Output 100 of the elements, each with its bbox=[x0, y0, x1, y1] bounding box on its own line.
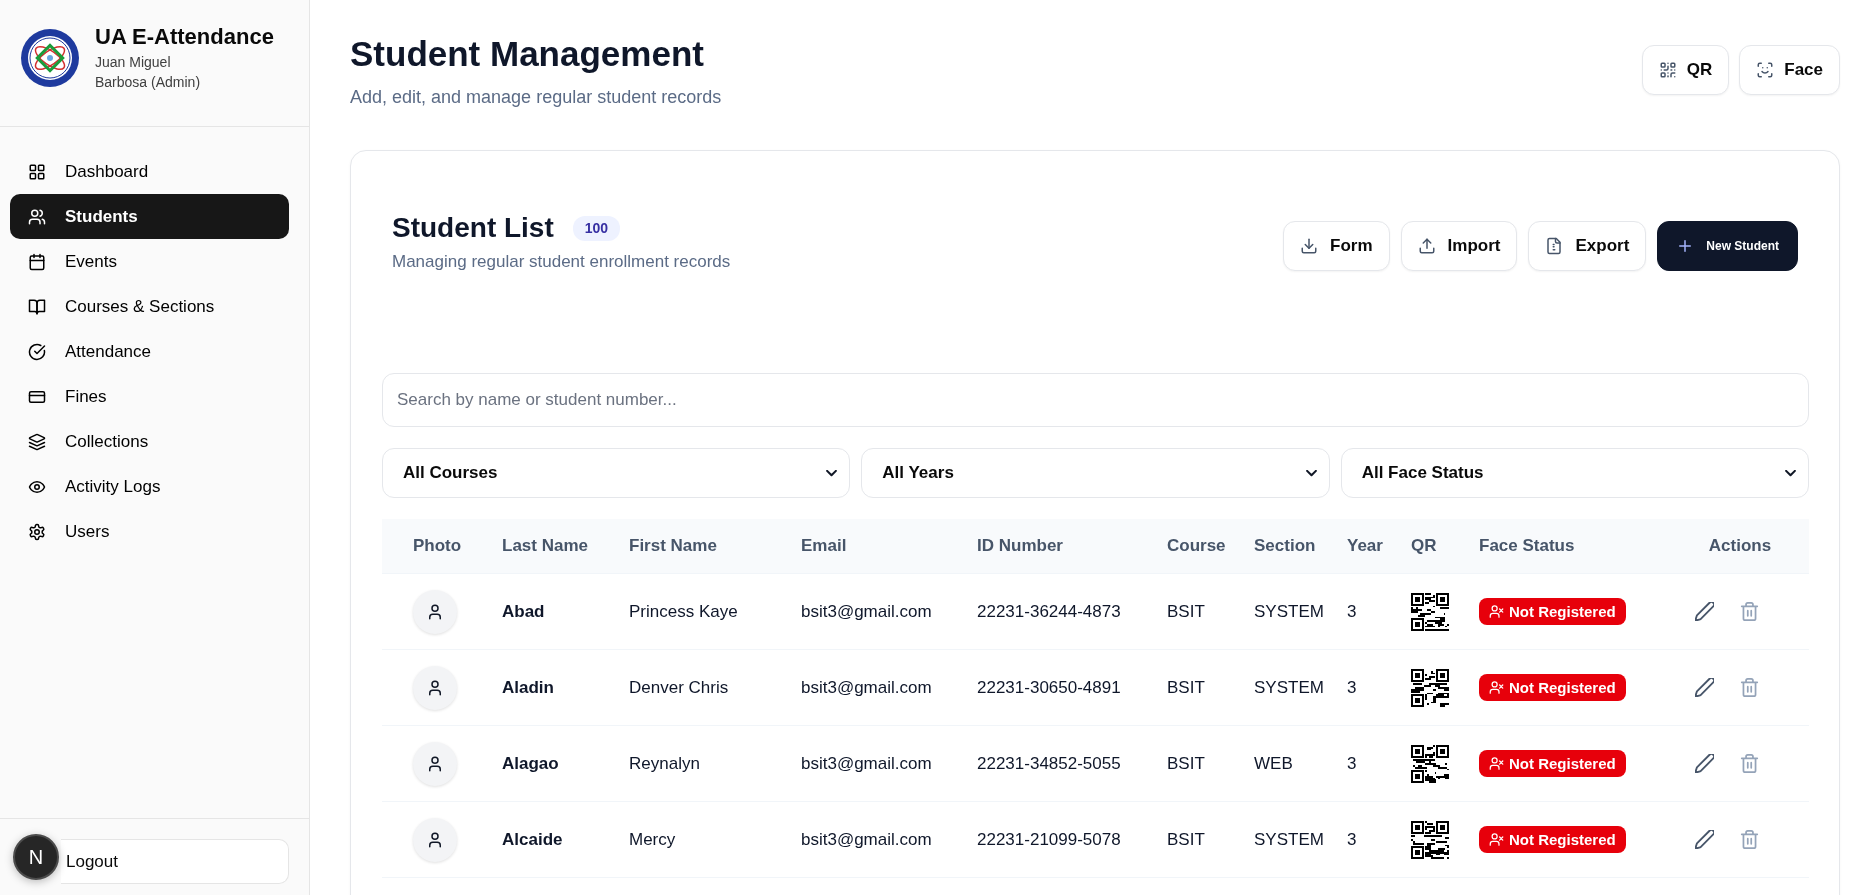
new-student-button[interactable]: New Student bbox=[1657, 221, 1798, 271]
layers-icon bbox=[28, 432, 46, 451]
grid-icon bbox=[28, 162, 46, 181]
page-subtitle: Add, edit, and manage regular student records bbox=[350, 86, 722, 108]
email-cell: bsit3@gmail.com bbox=[801, 829, 932, 850]
delete-button[interactable] bbox=[1738, 828, 1761, 851]
last-name-cell: Aladin bbox=[502, 677, 554, 698]
sidebar-item[interactable]: Fines bbox=[10, 374, 289, 419]
card-subtitle: Managing regular student enrollment records bbox=[392, 251, 731, 273]
search-field[interactable]: Search by name or student number... bbox=[382, 373, 1809, 427]
face-scan-button[interactable]: Face bbox=[1739, 45, 1840, 95]
pencil-icon bbox=[1695, 602, 1714, 621]
edit-button[interactable] bbox=[1693, 676, 1716, 699]
chevron-down-icon bbox=[826, 469, 838, 477]
column-header: Last Name bbox=[502, 536, 588, 555]
email-cell: bsit3@gmail.com bbox=[801, 677, 932, 698]
form-button[interactable]: Form bbox=[1283, 221, 1390, 271]
qr-code-icon bbox=[1411, 744, 1449, 783]
sidebar-item[interactable]: Events bbox=[10, 239, 289, 284]
column-header: Year bbox=[1347, 536, 1383, 555]
download-icon bbox=[1300, 237, 1319, 255]
pencil-icon bbox=[1695, 754, 1714, 773]
column-header: Email bbox=[801, 536, 847, 555]
sidebar-item[interactable]: Users bbox=[10, 509, 289, 554]
chevron-down-icon bbox=[1785, 469, 1796, 477]
card-title: Student List bbox=[392, 211, 554, 245]
first-name-cell: Denver Chris bbox=[629, 677, 729, 698]
column-header: Face Status bbox=[1479, 536, 1575, 555]
section-cell: WEB bbox=[1254, 753, 1293, 774]
avatar-icon bbox=[413, 589, 457, 634]
email-cell: bsit3@gmail.com bbox=[801, 753, 932, 774]
year-cell: 3 bbox=[1347, 829, 1357, 850]
app-title: UA E-Attendance bbox=[95, 24, 274, 50]
sidebar-item[interactable]: Dashboard bbox=[10, 149, 289, 194]
delete-button[interactable] bbox=[1738, 600, 1761, 623]
page-title: Student Management bbox=[350, 33, 705, 75]
face-status-badge: Not Registered bbox=[1479, 674, 1626, 701]
edit-button[interactable] bbox=[1693, 600, 1716, 623]
users-icon bbox=[28, 207, 46, 226]
qr-code-icon bbox=[1658, 61, 1677, 79]
import-button[interactable]: Import bbox=[1400, 221, 1518, 271]
email-cell: bsit3@gmail.com bbox=[801, 601, 932, 622]
filter-dropdown[interactable]: All Face Status bbox=[1340, 448, 1809, 498]
course-cell: BSIT bbox=[1167, 829, 1205, 850]
avatar-icon bbox=[413, 741, 457, 786]
edit-button[interactable] bbox=[1693, 752, 1716, 775]
year-cell: 3 bbox=[1347, 601, 1357, 622]
course-cell: BSIT bbox=[1167, 677, 1205, 698]
logout-button[interactable]: Logout bbox=[61, 839, 289, 884]
calendar-icon bbox=[28, 252, 46, 271]
column-header: QR bbox=[1411, 536, 1437, 555]
id-number-cell: 22231-36244-4873 bbox=[977, 601, 1121, 622]
delete-button[interactable] bbox=[1738, 676, 1761, 699]
first-name-cell: Reynalyn bbox=[629, 753, 700, 774]
id-number-cell: 22231-34852-5055 bbox=[977, 753, 1121, 774]
last-name-cell: Alagao bbox=[502, 753, 559, 774]
document-icon bbox=[1545, 237, 1564, 255]
section-cell: SYSTEM bbox=[1254, 829, 1324, 850]
column-header: Actions bbox=[1708, 536, 1772, 555]
face-status-badge: Not Registered bbox=[1479, 826, 1626, 853]
qr-scan-button[interactable]: QR bbox=[1641, 45, 1730, 95]
sidebar-item[interactable]: Activity Logs bbox=[10, 464, 289, 509]
course-cell: BSIT bbox=[1167, 753, 1205, 774]
upload-icon bbox=[1417, 237, 1436, 255]
edit-button[interactable] bbox=[1693, 828, 1716, 851]
delete-button[interactable] bbox=[1738, 752, 1761, 775]
avatar-icon bbox=[413, 665, 457, 710]
sidebar-item[interactable]: Courses & Sections bbox=[10, 284, 289, 329]
export-button[interactable]: Export bbox=[1528, 221, 1647, 271]
column-header: ID Number bbox=[977, 536, 1063, 555]
qr-code-icon bbox=[1411, 668, 1449, 707]
first-name-cell: Mercy bbox=[629, 829, 676, 850]
year-cell: 3 bbox=[1347, 753, 1357, 774]
course-cell: BSIT bbox=[1167, 601, 1205, 622]
qr-code-icon bbox=[1411, 592, 1449, 631]
trash-icon bbox=[1740, 602, 1759, 621]
filter-dropdown[interactable]: All Courses bbox=[382, 448, 851, 498]
filter-dropdown[interactable]: All Years bbox=[861, 448, 1330, 498]
id-number-cell: 22231-30650-4891 bbox=[977, 677, 1121, 698]
user-x-icon bbox=[1489, 832, 1504, 847]
avatar-icon bbox=[413, 817, 457, 862]
column-header: Section bbox=[1254, 536, 1316, 555]
settings-icon bbox=[28, 522, 46, 541]
user-x-icon bbox=[1489, 604, 1504, 619]
column-header: Course bbox=[1167, 536, 1226, 555]
chevron-down-icon bbox=[1305, 469, 1317, 477]
sidebar-item[interactable]: Students bbox=[10, 194, 289, 239]
check-circle-icon bbox=[28, 342, 46, 361]
user-x-icon bbox=[1489, 680, 1504, 695]
count-badge: 100 bbox=[572, 215, 621, 241]
trash-icon bbox=[1740, 754, 1759, 773]
book-icon bbox=[28, 297, 46, 316]
year-cell: 3 bbox=[1347, 677, 1357, 698]
last-name-cell: Alcaide bbox=[502, 829, 563, 850]
pencil-icon bbox=[1695, 830, 1714, 849]
section-cell: SYSTEM bbox=[1254, 601, 1324, 622]
sidebar-item[interactable]: Attendance bbox=[10, 329, 289, 374]
column-header: Photo bbox=[413, 536, 462, 555]
sidebar-item[interactable]: Collections bbox=[10, 419, 289, 464]
qr-code-icon bbox=[1411, 820, 1449, 859]
